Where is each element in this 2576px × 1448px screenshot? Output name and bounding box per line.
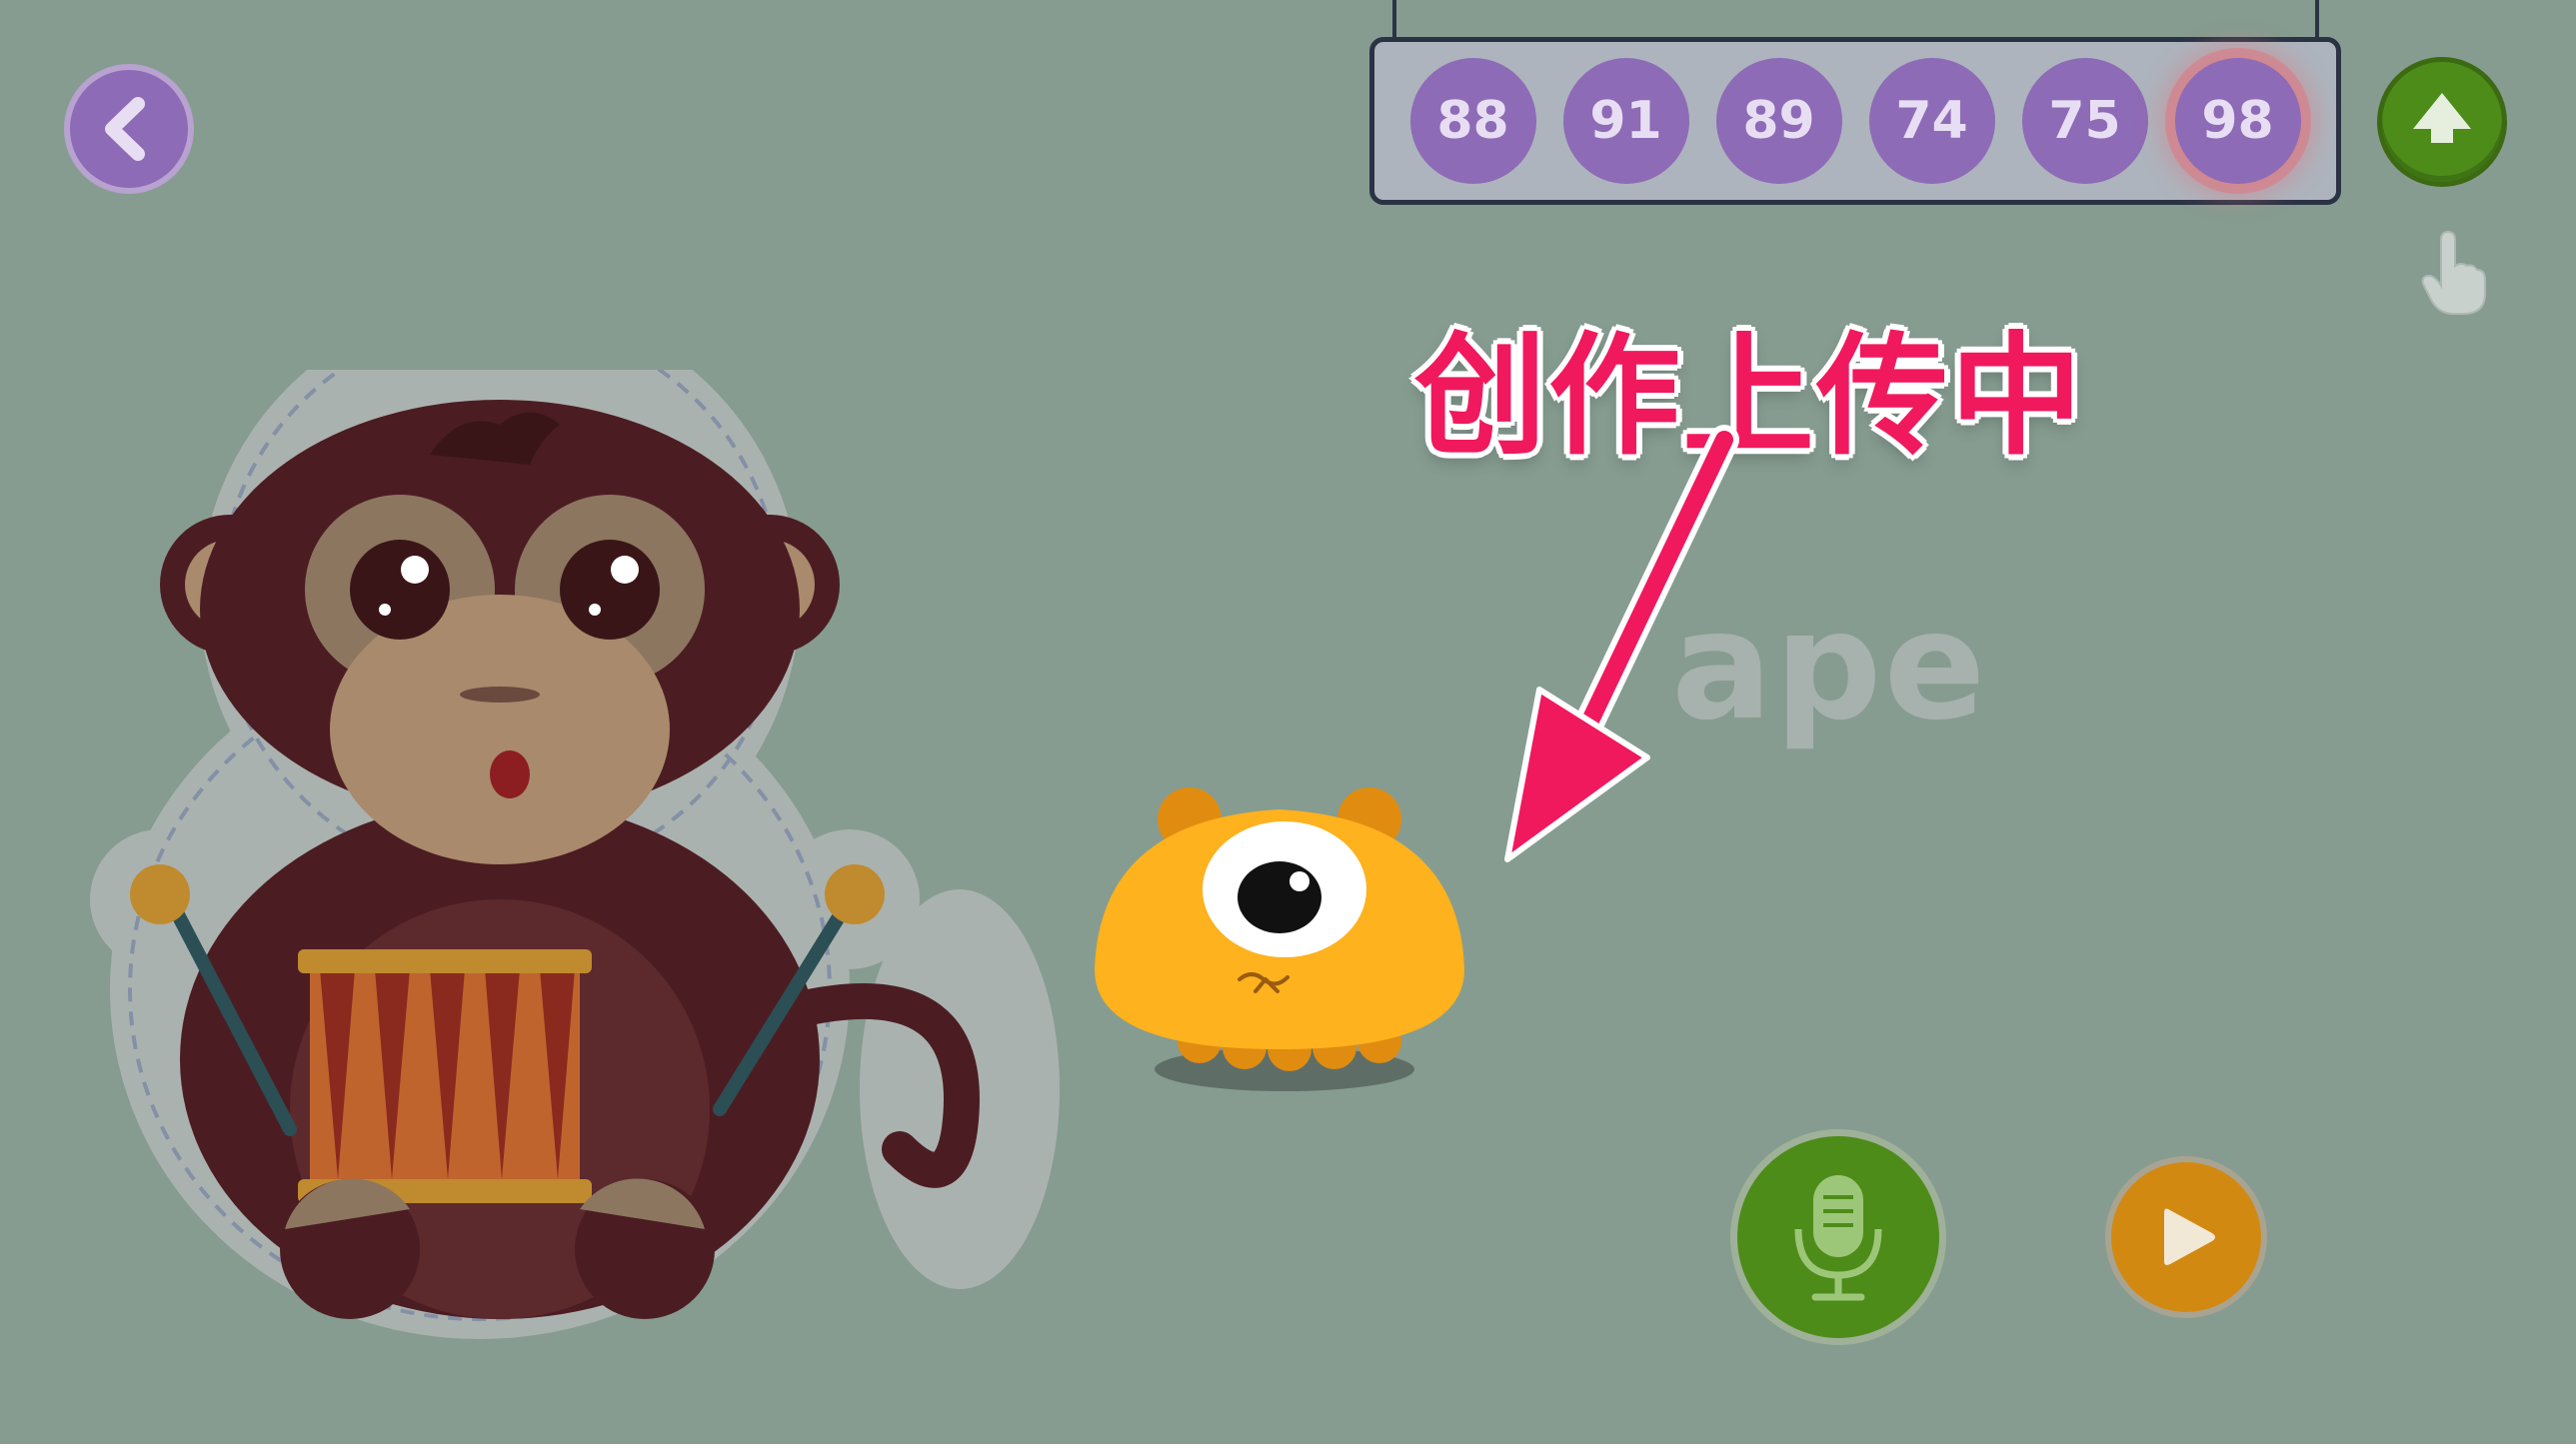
panel-rope-left: [1392, 0, 1396, 40]
score-badge-selected[interactable]: 98: [2174, 58, 2301, 184]
mascot-character: [1095, 787, 1464, 1091]
score-badge[interactable]: 89: [1715, 58, 1842, 184]
chevron-left-icon: [105, 97, 145, 161]
target-word: ape: [1671, 580, 1988, 753]
play-button[interactable]: [2111, 1162, 2261, 1312]
panel-rope-right: [2315, 0, 2319, 40]
record-button[interactable]: [1737, 1136, 1939, 1338]
score-badge[interactable]: 75: [2021, 58, 2148, 184]
monkey-drummer-sticker: [90, 370, 1060, 1339]
score-badge[interactable]: 91: [1562, 58, 1689, 184]
play-icon: [2164, 1208, 2215, 1265]
game-stage: 88 91 89 74 75 98 创作上传中 ape: [0, 0, 2576, 1444]
score-badge[interactable]: 88: [1409, 58, 1536, 184]
score-badge[interactable]: 74: [1868, 58, 1995, 184]
score-panel: 88 91 89 74 75 98: [1369, 37, 2341, 205]
upload-button[interactable]: [2382, 62, 2502, 182]
hand-pointer-icon: [2421, 230, 2486, 315]
microphone-icon: [1794, 1175, 1882, 1301]
back-button[interactable]: [70, 70, 188, 188]
upload-arrow-icon: [2413, 93, 2471, 143]
